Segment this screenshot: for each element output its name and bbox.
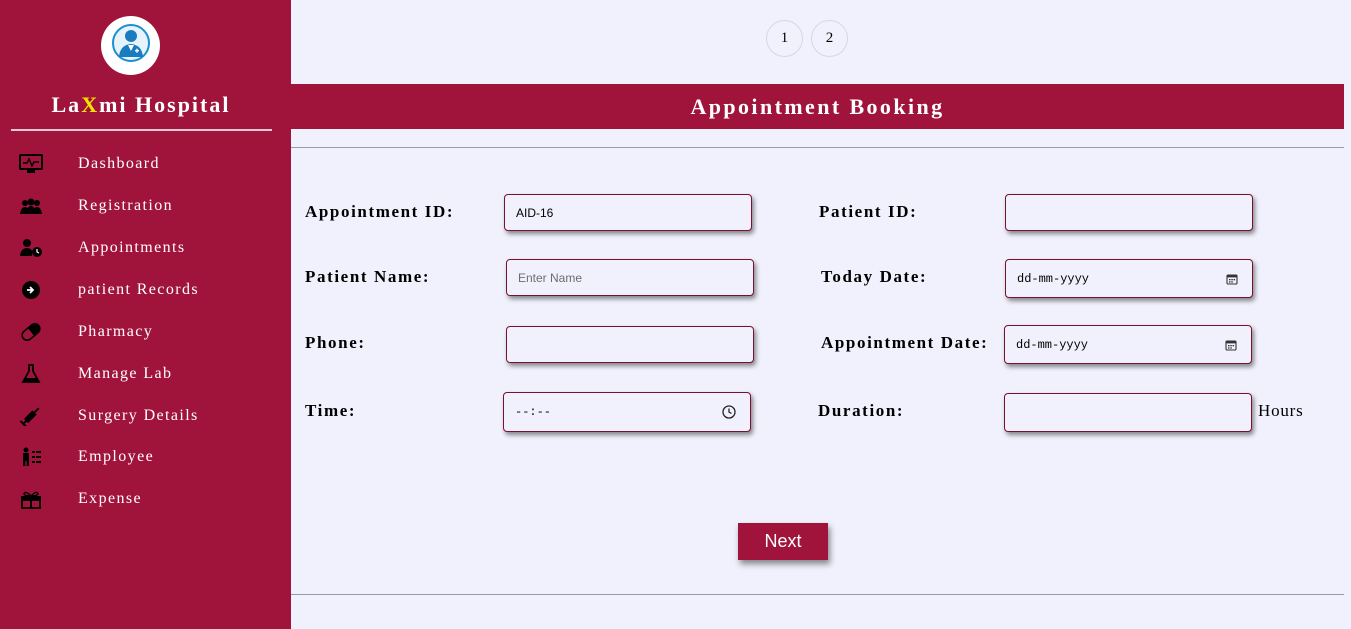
sidebar-item-label: Expense xyxy=(78,490,143,507)
patient-id-label: Patient ID: xyxy=(819,202,918,221)
sidebar-item-dashboard[interactable]: Dashboard xyxy=(0,145,291,183)
doctor-icon xyxy=(111,23,151,68)
sidebar-item-manage-lab[interactable]: Manage Lab xyxy=(0,355,291,393)
employee-icon xyxy=(19,447,43,467)
today-date-value: dd-mm-yyyy xyxy=(1017,271,1090,286)
sidebar-item-registration[interactable]: Registration xyxy=(0,187,291,225)
top-divider xyxy=(291,147,1344,148)
brand-highlight: X xyxy=(81,92,100,117)
sidebar-item-expense[interactable]: Expense xyxy=(0,480,291,518)
duration-field[interactable] xyxy=(1004,393,1252,432)
time-label: Time: xyxy=(305,401,357,420)
duration-label: Duration: xyxy=(818,401,905,420)
sidebar-item-label: Appointments xyxy=(78,239,186,256)
sidebar-item-employee[interactable]: Employee xyxy=(0,438,291,476)
sidebar-item-patient-records[interactable]: patient Records xyxy=(0,271,291,309)
today-date-label: Today Date: xyxy=(821,267,928,286)
appointment-date-field[interactable]: dd-mm-yyyy xyxy=(1004,325,1252,364)
calendar-icon[interactable] xyxy=(1225,339,1237,351)
page-1-button[interactable]: 1 xyxy=(766,20,803,57)
time-field[interactable]: --:-- xyxy=(503,392,751,432)
record-icon xyxy=(19,280,43,300)
phone-label: Phone: xyxy=(305,333,366,352)
sidebar-item-label: Pharmacy xyxy=(78,323,154,340)
patient-name-field[interactable]: Enter Name xyxy=(506,259,754,296)
patient-id-field[interactable] xyxy=(1005,194,1253,231)
page-title: Appointment Booking xyxy=(690,93,945,119)
sidebar-item-label: Employee xyxy=(78,448,155,465)
pill-icon xyxy=(19,322,43,342)
brand-prefix: La xyxy=(51,92,82,117)
flask-icon xyxy=(19,364,43,384)
sidebar-item-label: Surgery Details xyxy=(78,407,199,424)
duration-unit: Hours xyxy=(1258,401,1304,420)
bottom-divider xyxy=(291,594,1344,595)
sidebar-item-label: Registration xyxy=(78,197,174,214)
time-value: --:-- xyxy=(515,405,552,419)
calendar-icon[interactable] xyxy=(1226,273,1238,285)
brand-name: LaXmi Hospital xyxy=(0,92,282,118)
sidebar-item-label: patient Records xyxy=(78,281,199,298)
brand-suffix: mi Hospital xyxy=(99,92,231,117)
logo xyxy=(101,16,160,75)
sidebar-item-appointments[interactable]: Appointments xyxy=(0,229,291,267)
sidebar-item-pharmacy[interactable]: Pharmacy xyxy=(0,313,291,351)
page-2-button[interactable]: 2 xyxy=(811,20,848,57)
user-clock-icon xyxy=(19,238,43,258)
syringe-icon xyxy=(19,406,43,426)
sidebar-item-label: Dashboard xyxy=(78,155,160,172)
next-button[interactable]: Next xyxy=(738,523,828,560)
sidebar-item-surgery-details[interactable]: Surgery Details xyxy=(0,397,291,435)
sidebar: LaXmi Hospital Dashboard Registration Ap… xyxy=(0,0,291,629)
appointment-id-field[interactable]: AID-16 xyxy=(504,194,752,231)
patient-name-placeholder: Enter Name xyxy=(518,270,583,285)
sidebar-item-label: Manage Lab xyxy=(78,365,173,382)
patient-name-label: Patient Name: xyxy=(305,267,431,286)
appointment-date-value: dd-mm-yyyy xyxy=(1016,337,1089,352)
appointment-date-label: Appointment Date: xyxy=(821,333,989,352)
today-date-field[interactable]: dd-mm-yyyy xyxy=(1005,259,1253,298)
gift-icon xyxy=(19,489,43,509)
page-header: Appointment Booking xyxy=(291,84,1344,129)
clock-icon[interactable] xyxy=(722,405,736,419)
brand-divider xyxy=(11,129,272,131)
users-icon xyxy=(19,196,43,216)
appointment-id-label: Appointment ID: xyxy=(305,202,455,221)
appointment-id-value: AID-16 xyxy=(516,205,554,220)
phone-field[interactable] xyxy=(506,326,754,363)
monitor-icon xyxy=(19,154,43,174)
